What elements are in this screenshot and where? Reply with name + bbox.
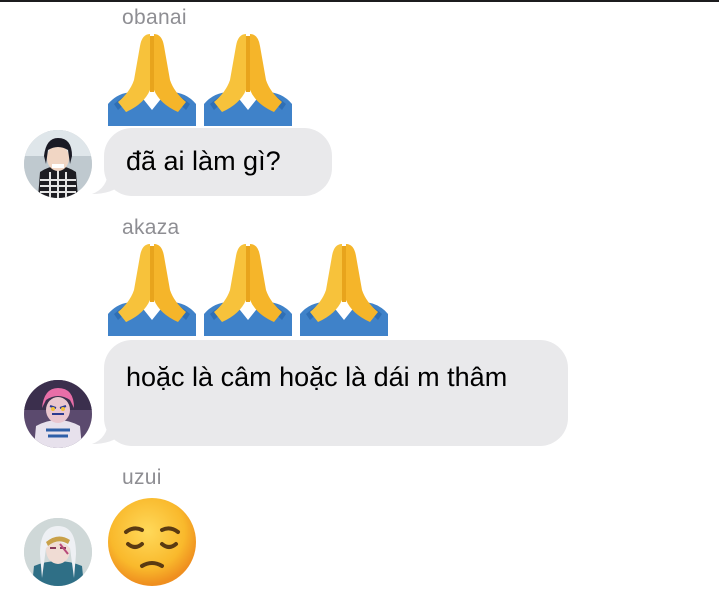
sender-name: uzui (122, 466, 162, 489)
prayer-emoji-row (104, 240, 396, 336)
message-text: hoặc là câm hoặc là dái m thâm (126, 362, 508, 392)
top-divider (0, 0, 719, 2)
prayer-emoji-row (104, 30, 300, 126)
avatar-uzui[interactable] (24, 518, 92, 586)
message-bubble[interactable]: đã ai làm gì? (104, 128, 332, 196)
sender-name: akaza (122, 216, 180, 239)
message-text: đã ai làm gì? (126, 146, 281, 176)
sender-name: obanai (122, 6, 187, 29)
pensive-face-icon (108, 498, 196, 586)
pensive-emoji[interactable] (104, 494, 200, 590)
folded-hands-icon (108, 244, 388, 336)
avatar-obanai[interactable] (24, 130, 92, 198)
message-bubble[interactable]: hoặc là câm hoặc là dái m thâm (104, 340, 568, 446)
folded-hands-icon (108, 34, 292, 126)
avatar-akaza[interactable] (24, 380, 92, 448)
